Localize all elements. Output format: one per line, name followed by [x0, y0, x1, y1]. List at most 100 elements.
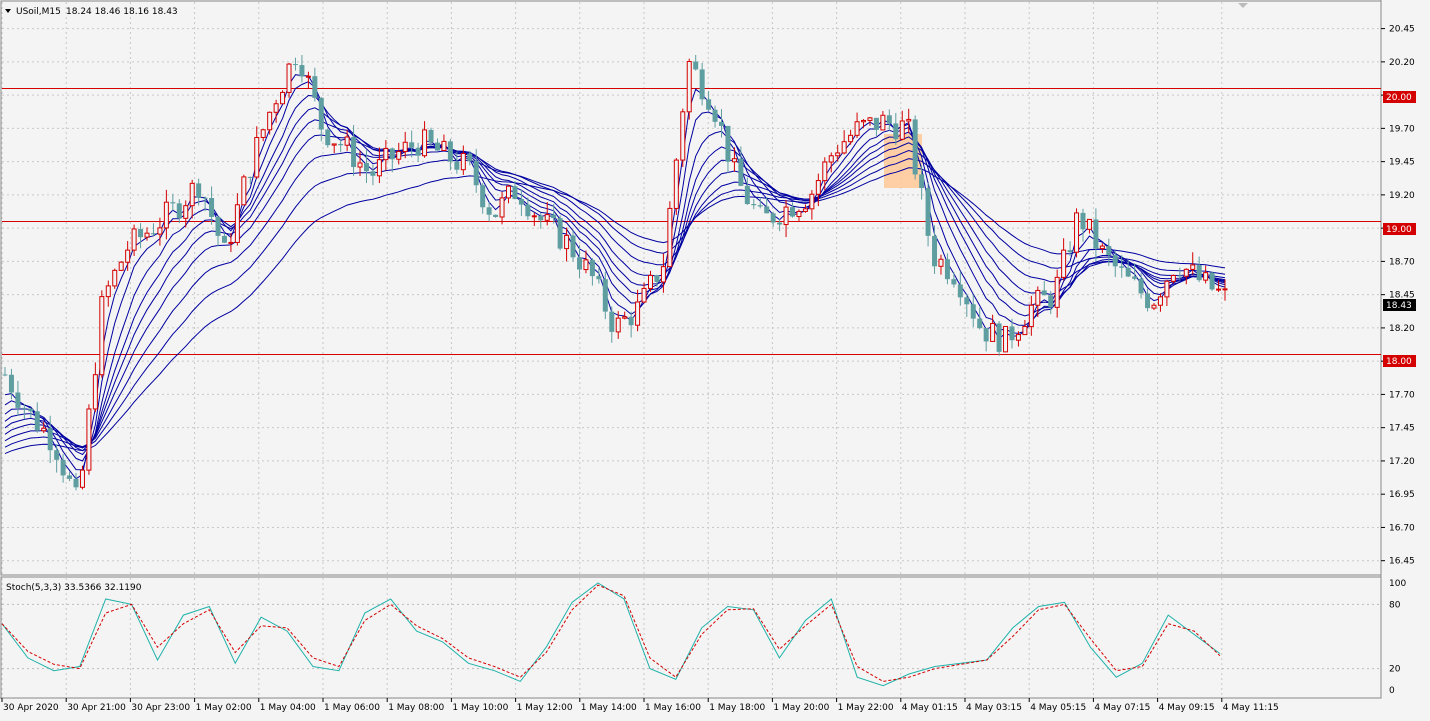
candle-body-bear — [706, 99, 712, 110]
candle-body-bear — [138, 228, 144, 238]
candle-body-bear — [215, 216, 221, 236]
candle-body-bear — [1048, 295, 1054, 308]
candle-body-bull — [505, 185, 511, 199]
ohlc-values: 18.24 18.46 18.16 18.43 — [66, 7, 178, 17]
stoch-tick-label: 0 — [1389, 686, 1395, 696]
candle-body-bear — [1067, 250, 1073, 253]
candle-body-bull — [867, 117, 873, 121]
price-tick-label: 16.45 — [1389, 557, 1415, 567]
stoch-label: Stoch(5,3,3) 33.5366 32.1190 — [6, 583, 142, 593]
trading-chart[interactable]: 20.4520.2019.9519.7019.4519.2018.9518.70… — [0, 0, 1430, 717]
candle-body-bear — [725, 125, 731, 162]
candle-body-bull — [305, 75, 311, 78]
candle-body-bull — [344, 136, 350, 146]
candle-body-bull — [660, 266, 666, 283]
candle-body-bear — [454, 161, 460, 170]
candle-body-bear — [1080, 212, 1086, 230]
svg-text:18.00: 18.00 — [1386, 357, 1412, 367]
candle-body-bull — [635, 301, 641, 326]
time-tick-label: 30 Apr 2020 — [3, 703, 59, 713]
candle-body-bear — [919, 174, 925, 189]
candle-body-bull — [848, 134, 854, 143]
candle-body-bull — [131, 228, 137, 251]
candle-body-bear — [247, 176, 253, 178]
price-tick-label: 20.45 — [1389, 25, 1415, 35]
time-tick-label: 4 May 07:15 — [1094, 703, 1150, 713]
candle-body-bull — [731, 158, 737, 163]
candle-body-bear — [1145, 293, 1151, 309]
candle-body-bear — [209, 198, 215, 217]
candle-body-bear — [609, 311, 615, 332]
candle-body-bear — [1119, 266, 1125, 268]
candle-body-bear — [970, 304, 976, 319]
candle-body-bull — [673, 159, 679, 209]
candle-body-bull — [1028, 304, 1034, 328]
time-tick-label: 1 May 18:00 — [709, 703, 765, 713]
candle-body-bear — [538, 215, 544, 221]
candle-body-bear — [2, 374, 8, 376]
candle-body-bear — [777, 222, 783, 225]
time-tick-label: 4 May 03:15 — [966, 703, 1022, 713]
candle-body-bull — [796, 210, 802, 218]
candle-body-bear — [1125, 267, 1131, 277]
candle-body-bull — [331, 143, 337, 146]
symbol-label: USoil,M15 — [16, 7, 61, 17]
candle-body-bull — [441, 140, 447, 152]
candle-body-bear — [67, 475, 73, 479]
candle-body-bull — [286, 63, 292, 93]
candle-body-bear — [719, 121, 725, 126]
candle-body-bull — [189, 182, 195, 207]
candle-body-bull — [622, 316, 628, 319]
candle-body-bear — [951, 279, 957, 285]
time-tick-label: 1 May 20:00 — [773, 703, 829, 713]
candle-body-bear — [512, 186, 518, 200]
candle-body-bear — [886, 115, 892, 124]
candle-body-bear — [60, 459, 66, 476]
candle-body-bull — [990, 322, 996, 342]
candle-body-bull — [680, 111, 686, 161]
svg-text:18.43: 18.43 — [1386, 301, 1412, 311]
candle-body-bear — [693, 61, 699, 70]
candle-body-bull — [383, 147, 389, 161]
candle-body-bear — [370, 171, 376, 176]
candle-body-bear — [570, 235, 576, 258]
candle-body-bull — [899, 120, 905, 140]
candle-body-bull — [234, 204, 240, 243]
price-tick-label: 16.70 — [1389, 523, 1415, 533]
candle-body-bull — [835, 152, 841, 157]
candle-body-bear — [363, 162, 369, 172]
candle-body-bull — [544, 214, 550, 221]
candle-body-bull — [99, 296, 105, 376]
candle-body-bear — [1132, 276, 1138, 279]
candle-body-bull — [1203, 272, 1209, 281]
candle-body-bear — [34, 411, 40, 431]
time-tick-label: 1 May 08:00 — [388, 703, 444, 713]
candle-body-bear — [925, 188, 931, 236]
candle-body-bull — [402, 141, 408, 153]
candle-body-bull — [79, 469, 85, 488]
candle-body-bull — [254, 136, 260, 178]
candle-body-bear — [790, 207, 796, 217]
candle-body-bear — [325, 129, 331, 146]
candle-body-bull — [822, 161, 828, 182]
svg-text:19.00: 19.00 — [1386, 225, 1412, 235]
candle-body-bull — [92, 374, 98, 410]
candle-body-bull — [280, 91, 286, 105]
candle-body-bear — [493, 214, 499, 217]
chart-canvas[interactable]: 20.4520.2019.9519.7019.4519.2018.9518.70… — [0, 0, 1430, 717]
level-tag-18: 18.00 — [1383, 355, 1416, 367]
candle-body-bull — [105, 285, 111, 298]
price-tick-label: 18.20 — [1389, 324, 1415, 334]
candle-body-bull — [112, 269, 118, 287]
candle-body-bull — [841, 141, 847, 154]
candle-body-bull — [376, 159, 382, 177]
candle-body-bear — [415, 147, 421, 156]
time-tick-label: 1 May 14:00 — [581, 703, 637, 713]
candle-body-bear — [738, 158, 744, 186]
candle-body-bear — [150, 233, 156, 235]
candle-body-bull — [163, 201, 169, 229]
candle-body-bull — [906, 118, 912, 122]
candle-body-bear — [964, 297, 970, 305]
candle-body-bear — [744, 185, 750, 205]
time-tick-label: 30 Apr 23:00 — [131, 703, 190, 713]
